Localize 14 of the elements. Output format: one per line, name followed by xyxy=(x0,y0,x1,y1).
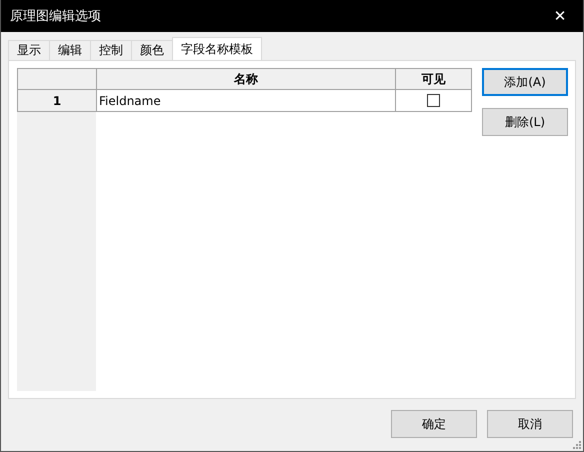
tab[interactable]: 字段名称模板 xyxy=(172,37,262,60)
dialog-button[interactable]: 确定 xyxy=(391,410,477,438)
window-title: 原理图编辑选项 xyxy=(10,8,101,25)
dialog-button[interactable]: 取消 xyxy=(487,410,573,438)
column-header: 名称 xyxy=(96,68,396,90)
side-button[interactable]: 删除(L) xyxy=(482,108,568,136)
close-button[interactable]: ✕ xyxy=(537,0,583,32)
column-header: 可见 xyxy=(396,68,472,90)
table-cell[interactable]: Fieldname xyxy=(96,90,396,112)
row-header: 1 xyxy=(17,90,96,112)
resize-grip-icon[interactable] xyxy=(572,440,582,450)
side-button[interactable]: 添加(A) xyxy=(482,68,568,96)
tab[interactable]: 显示 xyxy=(8,40,50,60)
checkbox[interactable] xyxy=(427,94,440,107)
